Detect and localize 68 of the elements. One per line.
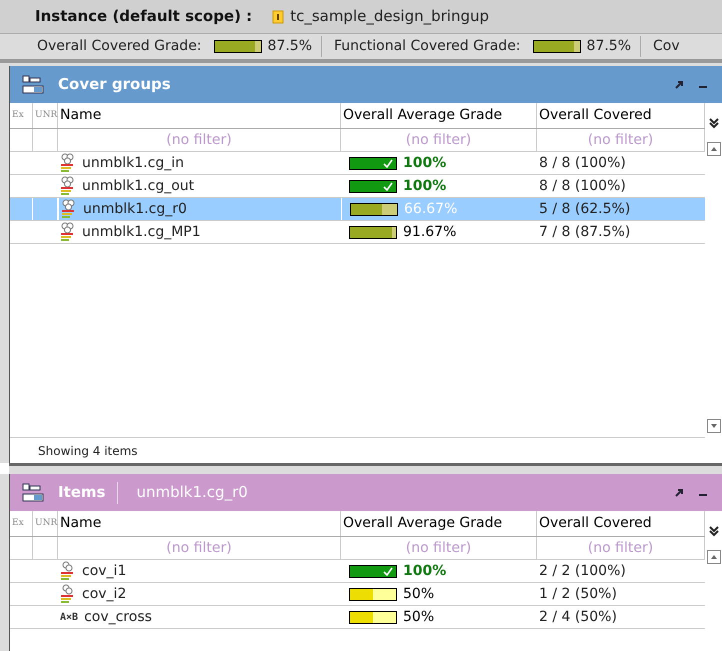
- grade-cell-text: 100%: [403, 154, 446, 172]
- name-cell-text: unmblk1.cg_r0: [83, 200, 187, 218]
- scroll-up-icon[interactable]: [706, 550, 720, 564]
- grade-cell-text: 100%: [403, 176, 446, 196]
- name-cell-text: unmblk1.cg_in: [82, 154, 184, 172]
- covered-cell-text: 2 / 4 (50%): [538, 608, 618, 626]
- grade-cell-text: 50%: [403, 608, 434, 626]
- column-header[interactable]: Ex: [10, 511, 33, 536]
- instance-name: tc_sample_design_bringup: [290, 6, 490, 28]
- covered-cell-text: 8 / 8 (100%): [538, 176, 627, 196]
- grade-value: 87.5%: [268, 37, 312, 56]
- table-row[interactable]: cov_i2 50% 1 / 2 (50%): [10, 583, 705, 606]
- instance-label: Instance (default scope) :: [35, 6, 252, 28]
- panel-context: unmblk1.cg_r0: [136, 482, 248, 504]
- check-icon: [383, 182, 393, 190]
- covered-cell-text: 1 / 2 (50%): [538, 584, 618, 604]
- column-header[interactable]: Name: [58, 511, 341, 536]
- scroll-up-icon[interactable]: [706, 142, 720, 156]
- grade-cell-text: 50%: [403, 584, 434, 604]
- cover-item-icon: [60, 561, 76, 581]
- cover-item-icon: [60, 584, 76, 604]
- check-icon: [383, 566, 393, 576]
- chip-icon: [272, 10, 284, 24]
- grade-label: Functional Covered Grade:: [334, 37, 521, 56]
- grade-cell-text: 66.67%: [404, 200, 458, 218]
- covered-cell-text: 8 / 8 (100%): [538, 154, 627, 172]
- panel-splitter[interactable]: [9, 463, 722, 474]
- grade-cell-text: 100%: [403, 562, 446, 580]
- panel-icon: [22, 74, 44, 94]
- column-header[interactable]: Name: [58, 103, 341, 128]
- maximize-icon[interactable]: [674, 80, 684, 90]
- name-cell-text: cov_i2: [82, 584, 126, 604]
- grade-label: Cov: [653, 37, 680, 56]
- cover-group-icon: [60, 176, 76, 196]
- covered-cell-text: 5 / 8 (62.5%): [538, 200, 632, 218]
- column-header[interactable]: Overall Average Grade: [341, 103, 537, 128]
- covered-cell-text: 2 / 2 (100%): [538, 562, 627, 580]
- column-header[interactable]: Overall Average Grade: [341, 511, 537, 536]
- covered-cell-text: 7 / 8 (87.5%): [538, 222, 632, 242]
- grade-value: 87.5%: [586, 37, 632, 56]
- table-row[interactable]: unmblk1.cg_MP1 91.67% 7 / 8 (87.5%): [10, 221, 705, 244]
- cross-icon: A×B: [60, 610, 78, 624]
- double-chevron-icon[interactable]: [708, 117, 720, 129]
- table-row[interactable]: unmblk1.cg_in 100% 8 / 8 (100%): [10, 152, 705, 175]
- column-header[interactable]: Overall Covered: [537, 511, 705, 536]
- name-cell-text: unmblk1.cg_MP1: [82, 222, 201, 242]
- name-cell-text: unmblk1.cg_out: [82, 176, 194, 196]
- maximize-icon[interactable]: [674, 488, 684, 498]
- cover-group-icon: [60, 153, 76, 173]
- panel-icon: [22, 482, 44, 502]
- column-header[interactable]: Ex: [10, 103, 33, 128]
- cover-group-icon: [61, 199, 77, 219]
- panel-title: Cover groups: [58, 74, 171, 96]
- table-row[interactable]: cov_i1 100% 2 / 2 (100%): [10, 560, 705, 583]
- column-header[interactable]: UNR: [33, 103, 58, 128]
- panel-title: Items: [58, 482, 106, 504]
- name-cell-text: cov_i1: [82, 562, 126, 580]
- column-header[interactable]: Overall Covered: [537, 103, 705, 128]
- grade-cell-text: 91.67%: [403, 222, 456, 242]
- cover-group-icon: [60, 222, 76, 242]
- table-row[interactable]: unmblk1.cg_out 100% 8 / 8 (100%): [10, 175, 705, 198]
- check-icon: [383, 158, 393, 168]
- table-row[interactable]: unmblk1.cg_r0 66.67% 5 / 8 (62.5%): [10, 198, 705, 221]
- scroll-down-icon[interactable]: [706, 419, 720, 433]
- double-chevron-icon[interactable]: [708, 525, 720, 537]
- column-header[interactable]: UNR: [33, 511, 58, 536]
- grade-label: Overall Covered Grade:: [37, 37, 202, 56]
- name-cell-text: cov_cross: [84, 608, 152, 626]
